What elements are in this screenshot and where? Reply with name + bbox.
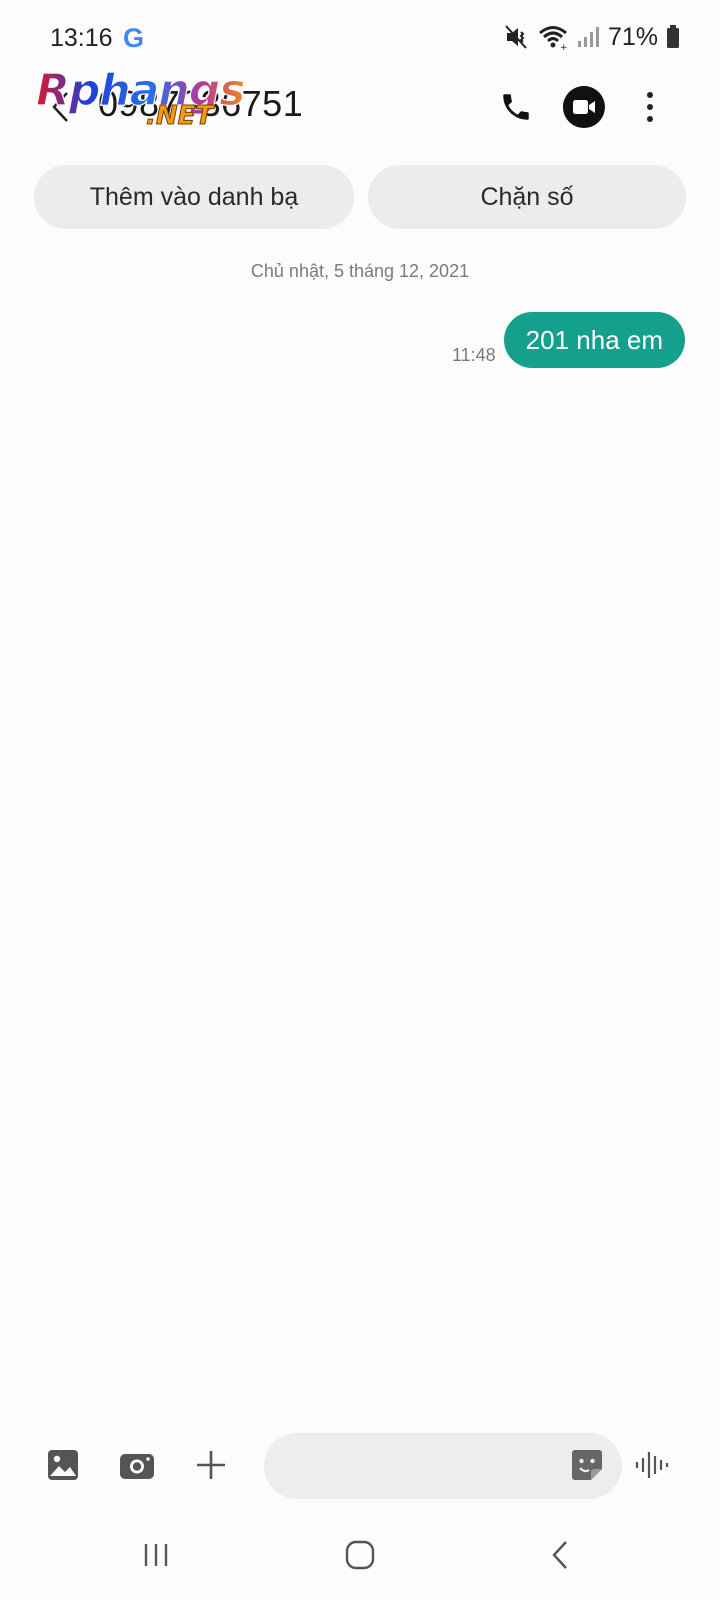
- message-time: 11:48: [451, 345, 496, 365]
- home-button[interactable]: [330, 1530, 390, 1580]
- battery-icon: [667, 25, 679, 48]
- voice-record-button[interactable]: [630, 1442, 676, 1488]
- home-icon: [345, 1540, 375, 1570]
- recent-apps-button[interactable]: [126, 1530, 186, 1580]
- attach-button[interactable]: [188, 1442, 234, 1488]
- battery-percentage: 71%: [607, 22, 658, 51]
- compose-bar: [0, 1430, 720, 1500]
- system-navigation-bar: [0, 1520, 720, 1600]
- plus-icon: [197, 1451, 225, 1479]
- google-icon: G: [123, 23, 145, 53]
- nav-back-button[interactable]: [530, 1530, 590, 1580]
- chevron-left-icon: [552, 1541, 567, 1569]
- signal-icon: [577, 27, 599, 47]
- recents-icon: [144, 1544, 168, 1566]
- sticker-button[interactable]: [564, 1442, 610, 1488]
- status-time: 13:16: [50, 24, 113, 52]
- video-camera-icon: [562, 86, 605, 128]
- outgoing-message-bubble[interactable]: 201 nha em: [503, 312, 685, 368]
- wifi-icon: +: [538, 26, 568, 50]
- phone-icon: [503, 94, 529, 120]
- voice-call-button[interactable]: [492, 83, 540, 131]
- date-separator: Chủ nhật, 5 tháng 12, 2021: [250, 261, 470, 281]
- watermark-main-text: Rphangs: [35, 64, 246, 116]
- more-options-button[interactable]: [626, 83, 674, 131]
- more-vertical-icon: [647, 92, 653, 122]
- gallery-button[interactable]: [40, 1442, 86, 1488]
- mute-vibrate-icon: [505, 25, 527, 49]
- camera-icon: [120, 1454, 154, 1479]
- camera-button[interactable]: [114, 1442, 160, 1488]
- block-number-button[interactable]: Chặn số: [368, 165, 686, 229]
- video-call-button[interactable]: [560, 83, 608, 131]
- conversation-header: 0987036751 Rphangs .NET: [0, 64, 720, 140]
- message-row: 11:48 201 nha em: [452, 312, 685, 368]
- sticker-icon: [572, 1450, 602, 1480]
- add-to-contacts-button[interactable]: Thêm vào danh bạ: [34, 165, 354, 229]
- watermark-main-label: Rphangs: [36, 65, 244, 116]
- status-icons: + 71%: [504, 22, 680, 52]
- watermark-logo: Rphangs .NET: [34, 61, 254, 141]
- gallery-icon: [48, 1450, 78, 1480]
- watermark-sub-text: .NET: [145, 101, 214, 132]
- svg-text:+: +: [560, 43, 568, 50]
- audio-waveform-icon: [635, 1452, 669, 1478]
